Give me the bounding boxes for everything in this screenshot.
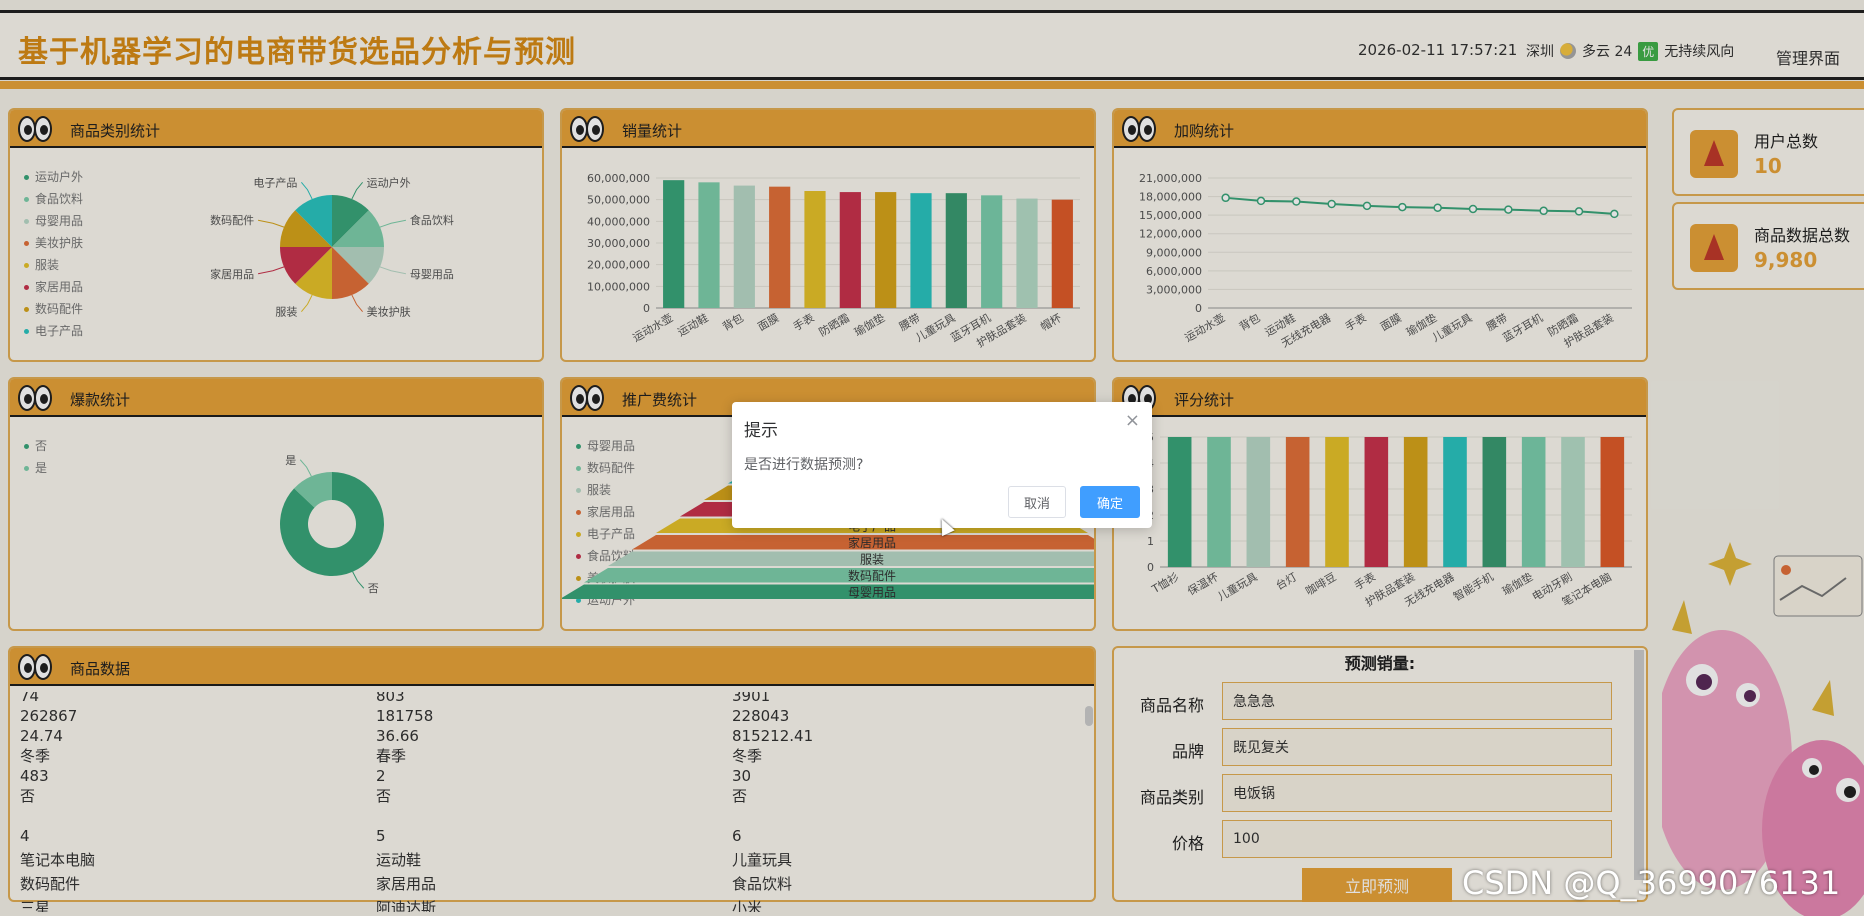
confirm-dialog: 提示 × 是否进行数据预测? 取消 确定 [732, 402, 1152, 528]
dialog-title: 提示 [744, 421, 778, 441]
watermark: CSDN @Q_3699076131 [1462, 864, 1841, 902]
dialog-message: 是否进行数据预测? [744, 457, 864, 473]
cancel-button[interactable]: 取消 [1008, 486, 1066, 518]
confirm-button[interactable]: 确定 [1080, 486, 1140, 518]
close-icon[interactable]: × [1125, 410, 1140, 431]
